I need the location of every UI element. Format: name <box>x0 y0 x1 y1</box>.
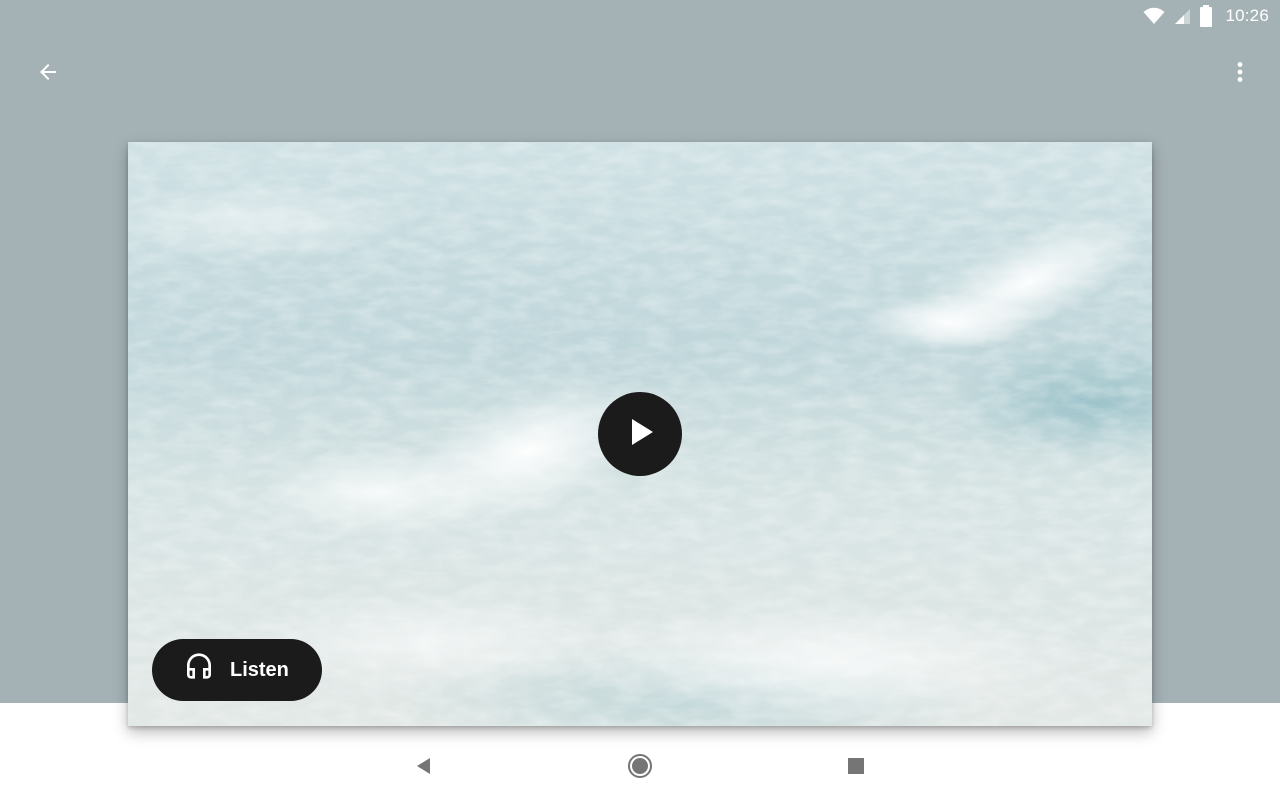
navigation-bar <box>0 736 1280 800</box>
headphones-icon <box>183 652 215 689</box>
more-vert-icon <box>1228 60 1252 89</box>
status-clock: 10:26 <box>1225 6 1269 25</box>
media-card: Listen <box>128 142 1152 726</box>
overflow-menu-button[interactable] <box>1216 50 1264 98</box>
home-circle-icon <box>627 753 653 784</box>
nav-home-button[interactable] <box>616 744 664 792</box>
listen-label: Listen <box>230 658 289 681</box>
nav-back-button[interactable] <box>400 744 448 792</box>
play-icon <box>623 415 657 454</box>
back-triangle-icon <box>414 756 434 781</box>
arrow-back-icon <box>36 60 60 89</box>
wifi-icon <box>1143 7 1165 25</box>
nav-recents-button[interactable] <box>832 744 880 792</box>
battery-icon <box>1199 5 1213 27</box>
listen-button[interactable]: Listen <box>152 639 322 701</box>
status-bar: 10:26 <box>1143 0 1280 32</box>
back-button[interactable] <box>24 50 72 98</box>
play-button[interactable] <box>598 392 682 476</box>
recents-square-icon <box>847 757 865 780</box>
cellular-signal-icon <box>1173 7 1191 25</box>
screen: 10:26 Listen <box>0 0 1280 800</box>
